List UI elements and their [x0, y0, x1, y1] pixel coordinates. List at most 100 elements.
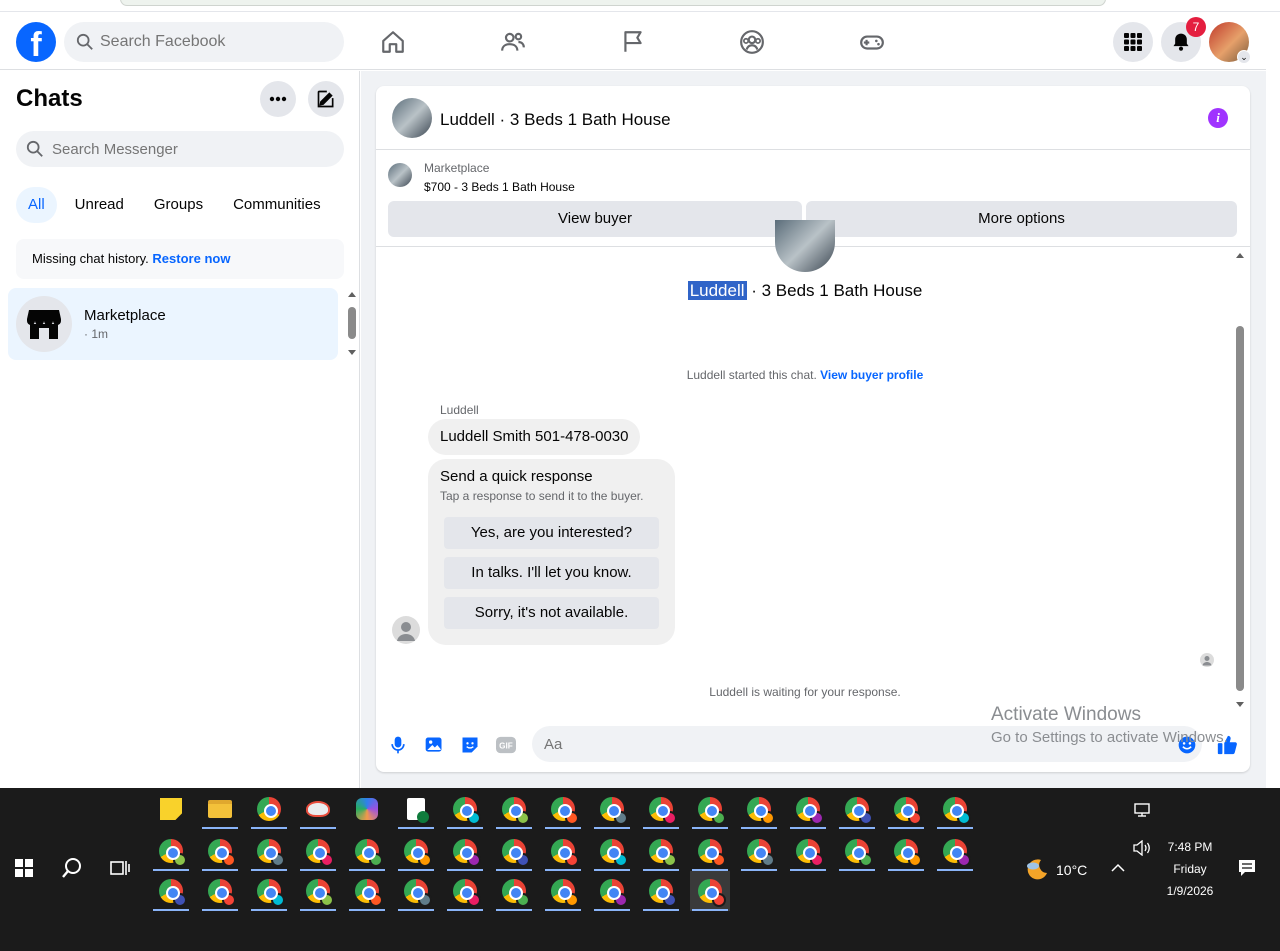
profile-avatar[interactable]: ⌄ [1209, 22, 1251, 64]
filter-groups[interactable]: Groups [142, 187, 215, 223]
clock-date[interactable]: 1/9/2026 [1150, 884, 1230, 898]
listing-thumbnail[interactable] [392, 98, 432, 138]
sticky-notes-icon[interactable] [151, 789, 191, 829]
home-icon[interactable] [375, 24, 411, 60]
quick-response-button[interactable]: Yes, are you interested? [444, 517, 659, 549]
chrome-profile-icon[interactable] [298, 871, 338, 911]
new-message-icon[interactable] [308, 81, 344, 117]
chrome-profile-icon[interactable] [347, 871, 387, 911]
facebook-search[interactable] [64, 22, 344, 62]
chrome-profile-icon[interactable] [592, 831, 632, 871]
friends-icon[interactable] [495, 24, 531, 60]
chrome-profile-icon[interactable] [445, 831, 485, 871]
filter-unread[interactable]: Unread [63, 187, 136, 223]
task-view-icon[interactable] [100, 848, 140, 888]
conversation-title[interactable]: Luddell · 3 Beds 1 Bath House [440, 110, 671, 130]
chrome-profile-icon[interactable] [690, 871, 730, 911]
chrome-profile-icon[interactable] [788, 789, 828, 829]
quick-response-button[interactable]: In talks. I'll let you know. [444, 557, 659, 589]
restore-now-link[interactable]: Restore now [152, 251, 230, 266]
chrome-profile-icon[interactable] [445, 871, 485, 911]
browser-address-bar[interactable] [120, 0, 1106, 6]
facebook-search-input[interactable] [100, 22, 330, 62]
chrome-profile-icon[interactable] [641, 871, 681, 911]
chat-list-item[interactable]: Marketplace · 1m [8, 288, 338, 360]
chrome-profile-icon[interactable] [886, 789, 926, 829]
chrome-profile-icon[interactable] [690, 789, 730, 829]
photo-icon[interactable] [422, 733, 446, 757]
messenger-search[interactable] [16, 131, 344, 167]
chrome-profile-icon[interactable] [396, 831, 436, 871]
chrome-profile-icon[interactable] [935, 831, 975, 871]
chrome-profile-icon[interactable] [543, 831, 583, 871]
chrome-profile-icon[interactable] [347, 831, 387, 871]
network-icon[interactable] [1122, 790, 1162, 830]
chrome-profile-icon[interactable] [249, 831, 289, 871]
view-buyer-profile-link[interactable]: View buyer profile [820, 368, 923, 382]
chrome-profile-icon[interactable] [200, 871, 240, 911]
menu-grid-icon[interactable] [1113, 22, 1153, 62]
copilot-icon[interactable] [347, 789, 387, 829]
chrome-profile-icon[interactable] [151, 871, 191, 911]
gaming-icon[interactable] [854, 24, 890, 60]
snipping-tool-icon[interactable] [298, 789, 338, 829]
chrome-profile-icon[interactable] [396, 871, 436, 911]
chrome-profile-icon[interactable] [935, 789, 975, 829]
chrome-profile-icon[interactable] [592, 789, 632, 829]
chrome-profile-icon[interactable] [788, 831, 828, 871]
sticker-icon[interactable] [458, 733, 482, 757]
groups-icon[interactable] [734, 24, 770, 60]
chrome-profile-icon[interactable] [837, 789, 877, 829]
chrome-profile-icon[interactable] [837, 831, 877, 871]
chrome-profile-icon[interactable] [200, 831, 240, 871]
running-indicator [153, 909, 189, 911]
view-buyer-button[interactable]: View buyer [388, 201, 802, 237]
chrome-profile-icon[interactable] [494, 789, 534, 829]
chrome-profile-icon[interactable] [494, 831, 534, 871]
chrome-profile-icon[interactable] [886, 831, 926, 871]
chrome-profile-icon[interactable] [151, 831, 191, 871]
taskbar-search-icon[interactable] [52, 848, 92, 888]
sidebar-scrollbar[interactable] [346, 291, 358, 357]
chevron-down-icon[interactable]: ⌄ [1237, 50, 1251, 64]
filter-communities[interactable]: Communities [221, 187, 333, 223]
microphone-icon[interactable] [386, 733, 410, 757]
messenger-search-input[interactable] [52, 131, 332, 167]
listing-price[interactable]: $700 - 3 Beds 1 Bath House [424, 180, 575, 194]
chrome-profile-icon[interactable] [543, 871, 583, 911]
clock-day[interactable]: Friday [1150, 862, 1230, 876]
clock-time[interactable]: 7:48 PM [1150, 840, 1230, 854]
chrome-icon[interactable] [249, 789, 289, 829]
chrome-profile-icon[interactable] [690, 831, 730, 871]
more-options-icon[interactable] [260, 81, 296, 117]
windows-start-icon[interactable] [4, 848, 44, 888]
filter-all[interactable]: All [16, 187, 57, 223]
chrome-profile-icon[interactable] [494, 871, 534, 911]
show-hidden-icons-chevron-up-icon[interactable] [1098, 848, 1138, 888]
gif-icon[interactable]: GIF [494, 733, 518, 757]
weather-moon-icon[interactable] [1016, 849, 1056, 889]
message-bubble[interactable]: Luddell Smith 501-478-0030 [428, 419, 641, 455]
chrome-profile-icon[interactable] [641, 789, 681, 829]
chrome-profile-icon[interactable] [298, 831, 338, 871]
file-explorer-icon[interactable] [200, 789, 240, 829]
buyer-avatar[interactable] [392, 616, 420, 644]
chrome-profile-icon[interactable] [739, 831, 779, 871]
quick-response-button[interactable]: Sorry, it's not available. [444, 597, 659, 629]
chrome-profile-icon[interactable] [543, 789, 583, 829]
chrome-profile-icon[interactable] [445, 789, 485, 829]
document-icon[interactable] [396, 789, 436, 829]
chrome-profile-icon[interactable] [641, 831, 681, 871]
thread-scrollbar[interactable] [1235, 251, 1245, 711]
facebook-logo-icon[interactable]: f [16, 22, 56, 62]
info-icon[interactable]: i [1208, 108, 1228, 128]
running-indicator [692, 827, 728, 829]
weather-temperature[interactable]: 10°C [1056, 862, 1087, 878]
more-options-button[interactable]: More options [806, 201, 1237, 237]
notifications-center-icon[interactable] [1227, 848, 1267, 888]
pages-flag-icon[interactable] [615, 24, 651, 60]
chrome-profile-icon[interactable] [739, 789, 779, 829]
chrome-profile-icon[interactable] [249, 871, 289, 911]
page-scrollbar[interactable] [1266, 12, 1280, 788]
chrome-profile-icon[interactable] [592, 871, 632, 911]
